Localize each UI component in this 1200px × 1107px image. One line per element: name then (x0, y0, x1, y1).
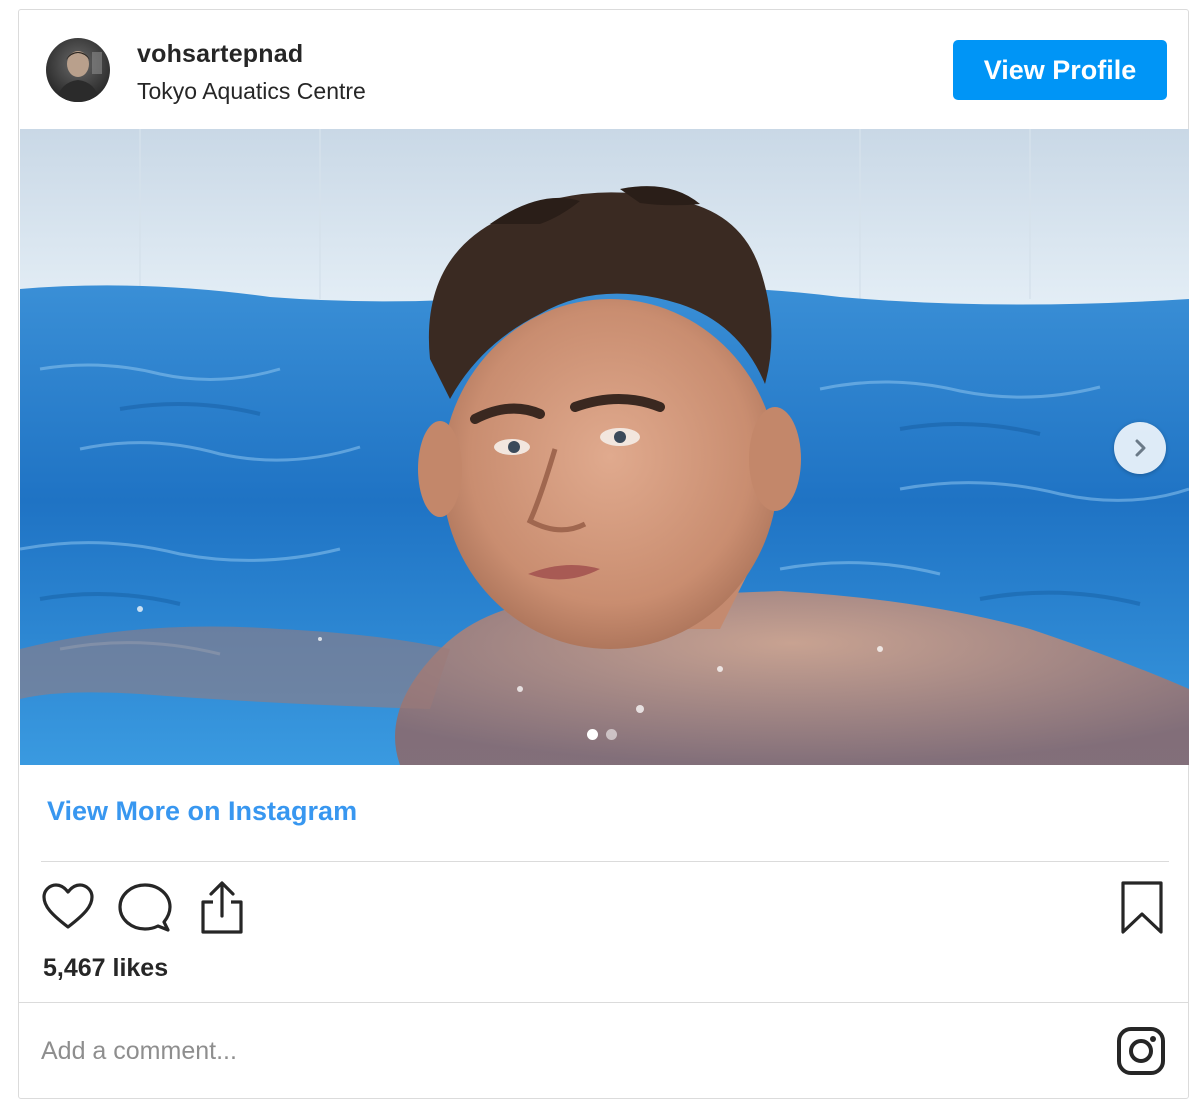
instagram-logo-link[interactable] (1116, 1026, 1166, 1076)
carousel-indicator (587, 729, 617, 740)
likes-count[interactable]: 5,467 likes (43, 954, 168, 983)
divider (19, 1002, 1188, 1003)
divider (41, 861, 1169, 862)
share-button[interactable] (197, 878, 247, 941)
like-button[interactable] (41, 882, 95, 937)
username[interactable]: vohsartepnad (137, 40, 303, 69)
carousel-dot (606, 729, 617, 740)
instagram-embed-card: vohsartepnad Tokyo Aquatics Centre View … (18, 9, 1189, 1099)
share-icon (201, 881, 243, 934)
avatar[interactable] (46, 38, 110, 102)
view-more-link[interactable]: View More on Instagram (47, 796, 357, 827)
view-profile-button[interactable]: View Profile (953, 40, 1167, 100)
comment-icon (118, 883, 172, 932)
swimmer-photo (20, 129, 1189, 765)
carousel-next-button[interactable] (1114, 422, 1166, 474)
bookmark-icon (1121, 881, 1163, 934)
carousel-dot-active (587, 729, 598, 740)
location[interactable]: Tokyo Aquatics Centre (137, 78, 366, 105)
chevron-right-icon (1135, 439, 1146, 457)
action-bar (19, 878, 1188, 938)
comment-button[interactable] (118, 882, 172, 941)
post-image[interactable] (20, 129, 1189, 765)
heart-icon (42, 883, 94, 929)
instagram-icon (1117, 1027, 1165, 1075)
save-button[interactable] (1119, 880, 1165, 941)
post-header: vohsartepnad Tokyo Aquatics Centre View … (19, 10, 1188, 129)
comment-input[interactable] (41, 1026, 841, 1076)
